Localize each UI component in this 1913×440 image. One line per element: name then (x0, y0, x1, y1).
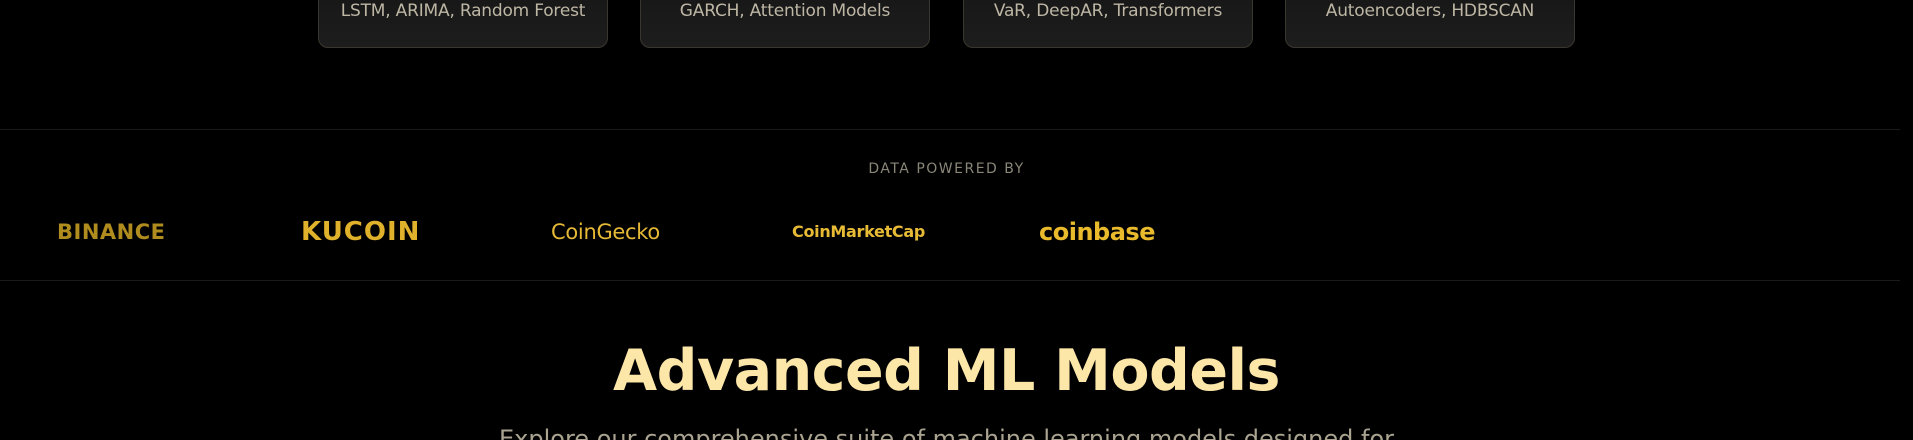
model-card-models: VaR, DeepAR, Transformers (993, 1, 1223, 21)
model-card-forecasting[interactable]: LSTM, ARIMA, Random Forest (318, 0, 608, 48)
coinmarketcap-logo: CoinMarketCap (792, 222, 926, 241)
model-cards-row: LSTM, ARIMA, Random Forest GARCH, Attent… (0, 0, 1913, 50)
section-divider-top (0, 129, 1900, 130)
partners-label: DATA POWERED BY (868, 161, 1025, 177)
binance-logo: BINANCE (57, 220, 166, 244)
section-title: Advanced ML Models (613, 338, 1280, 404)
model-card-models: LSTM, ARIMA, Random Forest (340, 1, 586, 21)
model-card-volatility[interactable]: GARCH, Attention Models (640, 0, 930, 48)
model-card-models: GARCH, Attention Models (679, 1, 891, 21)
coingecko-logo: CoinGecko (551, 220, 660, 244)
section-divider-bottom (0, 280, 1900, 281)
coinbase-logo: coinbase (1039, 218, 1155, 246)
kucoin-logo: KUCOIN (301, 217, 421, 247)
section-subtitle: Explore our comprehensive suite of machi… (499, 425, 1394, 440)
model-card-models: Autoencoders, HDBSCAN (1325, 1, 1535, 21)
model-card-risk[interactable]: VaR, DeepAR, Transformers (963, 0, 1253, 48)
model-card-anomaly[interactable]: Autoencoders, HDBSCAN (1285, 0, 1575, 48)
